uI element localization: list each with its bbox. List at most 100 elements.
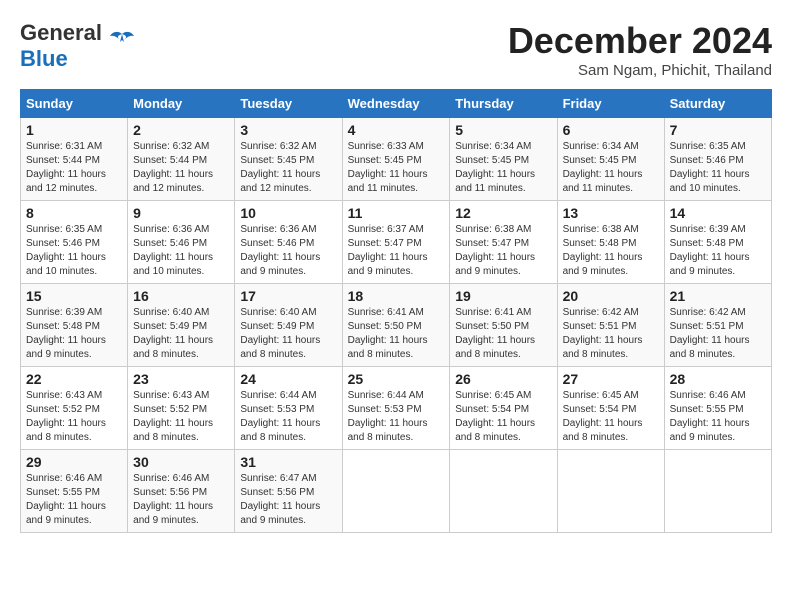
day-number: 10 xyxy=(240,205,336,221)
day-info: Sunrise: 6:32 AM Sunset: 5:45 PM Dayligh… xyxy=(240,140,336,196)
day-number: 18 xyxy=(348,288,445,304)
day-number: 29 xyxy=(26,454,122,470)
day-info: Sunrise: 6:34 AM Sunset: 5:45 PM Dayligh… xyxy=(455,140,551,196)
calendar-cell: 7Sunrise: 6:35 AM Sunset: 5:46 PM Daylig… xyxy=(664,118,771,201)
calendar-body: 1Sunrise: 6:31 AM Sunset: 5:44 PM Daylig… xyxy=(21,118,772,533)
day-info: Sunrise: 6:42 AM Sunset: 5:51 PM Dayligh… xyxy=(563,306,659,362)
day-number: 4 xyxy=(348,122,445,138)
day-number: 6 xyxy=(563,122,659,138)
day-number: 14 xyxy=(670,205,766,221)
day-info: Sunrise: 6:43 AM Sunset: 5:52 PM Dayligh… xyxy=(26,389,122,445)
calendar-week-1: 1Sunrise: 6:31 AM Sunset: 5:44 PM Daylig… xyxy=(21,118,772,201)
day-info: Sunrise: 6:44 AM Sunset: 5:53 PM Dayligh… xyxy=(348,389,445,445)
calendar-cell: 27Sunrise: 6:45 AM Sunset: 5:54 PM Dayli… xyxy=(557,367,664,450)
calendar-cell: 1Sunrise: 6:31 AM Sunset: 5:44 PM Daylig… xyxy=(21,118,128,201)
day-number: 15 xyxy=(26,288,122,304)
calendar-cell: 17Sunrise: 6:40 AM Sunset: 5:49 PM Dayli… xyxy=(235,284,342,367)
day-number: 20 xyxy=(563,288,659,304)
calendar-cell: 3Sunrise: 6:32 AM Sunset: 5:45 PM Daylig… xyxy=(235,118,342,201)
day-number: 28 xyxy=(670,371,766,387)
day-number: 5 xyxy=(455,122,551,138)
day-info: Sunrise: 6:39 AM Sunset: 5:48 PM Dayligh… xyxy=(26,306,122,362)
location-subtitle: Sam Ngam, Phichit, Thailand xyxy=(508,62,772,79)
calendar-cell: 12 Sunrise: 6:38 AM Sunset: 5:47 PM Dayli… xyxy=(450,201,557,284)
month-title: December 2024 xyxy=(508,20,772,62)
calendar-cell: 24Sunrise: 6:44 AM Sunset: 5:53 PM Dayli… xyxy=(235,367,342,450)
day-number: 30 xyxy=(133,454,229,470)
day-info: Sunrise: 6:42 AM Sunset: 5:51 PM Dayligh… xyxy=(670,306,766,362)
day-info: Sunrise: 6:46 AM Sunset: 5:56 PM Dayligh… xyxy=(133,472,229,528)
day-number: 9 xyxy=(133,205,229,221)
calendar-cell: 19Sunrise: 6:41 AM Sunset: 5:50 PM Dayli… xyxy=(450,284,557,367)
calendar-cell: 16 Sunrise: 6:40 AM Sunset: 5:49 PM Dayli… xyxy=(128,284,235,367)
calendar-cell: 26 Sunrise: 6:45 AM Sunset: 5:54 PM Dayli… xyxy=(450,367,557,450)
day-info: Sunrise: 6:34 AM Sunset: 5:45 PM Dayligh… xyxy=(563,140,659,196)
calendar-cell: 31Sunrise: 6:47 AM Sunset: 5:56 PM Dayli… xyxy=(235,450,342,533)
logo: General Blue xyxy=(20,20,136,72)
day-info: Sunrise: 6:46 AM Sunset: 5:55 PM Dayligh… xyxy=(670,389,766,445)
calendar-week-2: 8 Sunrise: 6:35 AM Sunset: 5:46 PM Daylig… xyxy=(21,201,772,284)
day-info: Sunrise: 6:45 AM Sunset: 5:54 PM Dayligh… xyxy=(455,389,551,445)
calendar-cell: 18 Sunrise: 6:41 AM Sunset: 5:50 PM Dayli… xyxy=(342,284,450,367)
day-number: 11 xyxy=(348,205,445,221)
calendar-week-5: 29Sunrise: 6:46 AM Sunset: 5:55 PM Dayli… xyxy=(21,450,772,533)
day-number: 2 xyxy=(133,122,229,138)
calendar-cell: 20 Sunrise: 6:42 AM Sunset: 5:51 PM Dayli… xyxy=(557,284,664,367)
day-header-saturday: Saturday xyxy=(664,90,771,118)
calendar-cell: 4Sunrise: 6:33 AM Sunset: 5:45 PM Daylig… xyxy=(342,118,450,201)
calendar-week-3: 15 Sunrise: 6:39 AM Sunset: 5:48 PM Dayli… xyxy=(21,284,772,367)
day-info: Sunrise: 6:40 AM Sunset: 5:49 PM Dayligh… xyxy=(133,306,229,362)
day-number: 16 xyxy=(133,288,229,304)
day-info: Sunrise: 6:35 AM Sunset: 5:46 PM Dayligh… xyxy=(26,223,122,279)
day-info: Sunrise: 6:37 AM Sunset: 5:47 PM Dayligh… xyxy=(348,223,445,279)
day-info: Sunrise: 6:44 AM Sunset: 5:53 PM Dayligh… xyxy=(240,389,336,445)
day-info: Sunrise: 6:38 AM Sunset: 5:47 PM Dayligh… xyxy=(455,223,551,279)
day-number: 23 xyxy=(133,371,229,387)
title-section: December 2024 Sam Ngam, Phichit, Thailan… xyxy=(508,20,772,79)
day-number: 25 xyxy=(348,371,445,387)
day-info: Sunrise: 6:36 AM Sunset: 5:46 PM Dayligh… xyxy=(133,223,229,279)
calendar-cell: 30 Sunrise: 6:46 AM Sunset: 5:56 PM Dayli… xyxy=(128,450,235,533)
day-info: Sunrise: 6:38 AM Sunset: 5:48 PM Dayligh… xyxy=(563,223,659,279)
logo-text: General Blue xyxy=(20,20,102,72)
day-number: 17 xyxy=(240,288,336,304)
calendar-cell xyxy=(450,450,557,533)
calendar-cell: 21 Sunrise: 6:42 AM Sunset: 5:51 PM Dayli… xyxy=(664,284,771,367)
calendar-cell: 10Sunrise: 6:36 AM Sunset: 5:46 PM Dayli… xyxy=(235,201,342,284)
day-number: 12 xyxy=(455,205,551,221)
calendar-cell: 13 Sunrise: 6:38 AM Sunset: 5:48 PM Dayli… xyxy=(557,201,664,284)
day-header-wednesday: Wednesday xyxy=(342,90,450,118)
day-number: 19 xyxy=(455,288,551,304)
day-number: 8 xyxy=(26,205,122,221)
day-header-monday: Monday xyxy=(128,90,235,118)
calendar-cell xyxy=(664,450,771,533)
day-info: Sunrise: 6:31 AM Sunset: 5:44 PM Dayligh… xyxy=(26,140,122,196)
calendar-week-4: 22Sunrise: 6:43 AM Sunset: 5:52 PM Dayli… xyxy=(21,367,772,450)
calendar-cell: 9 Sunrise: 6:36 AM Sunset: 5:46 PM Daylig… xyxy=(128,201,235,284)
calendar-cell: 2 Sunrise: 6:32 AM Sunset: 5:44 PM Daylig… xyxy=(128,118,235,201)
calendar-cell: 29Sunrise: 6:46 AM Sunset: 5:55 PM Dayli… xyxy=(21,450,128,533)
day-number: 13 xyxy=(563,205,659,221)
calendar-cell: 15 Sunrise: 6:39 AM Sunset: 5:48 PM Dayli… xyxy=(21,284,128,367)
page-header: General Blue December 2024 Sam Ngam, Phi… xyxy=(20,20,772,79)
day-header-tuesday: Tuesday xyxy=(235,90,342,118)
calendar-cell: 22Sunrise: 6:43 AM Sunset: 5:52 PM Dayli… xyxy=(21,367,128,450)
day-info: Sunrise: 6:39 AM Sunset: 5:48 PM Dayligh… xyxy=(670,223,766,279)
day-number: 21 xyxy=(670,288,766,304)
day-number: 31 xyxy=(240,454,336,470)
day-info: Sunrise: 6:43 AM Sunset: 5:52 PM Dayligh… xyxy=(133,389,229,445)
calendar-cell: 28 Sunrise: 6:46 AM Sunset: 5:55 PM Dayli… xyxy=(664,367,771,450)
day-info: Sunrise: 6:32 AM Sunset: 5:44 PM Dayligh… xyxy=(133,140,229,196)
day-info: Sunrise: 6:41 AM Sunset: 5:50 PM Dayligh… xyxy=(348,306,445,362)
calendar-cell xyxy=(342,450,450,533)
day-header-friday: Friday xyxy=(557,90,664,118)
calendar-cell: 8 Sunrise: 6:35 AM Sunset: 5:46 PM Daylig… xyxy=(21,201,128,284)
day-info: Sunrise: 6:45 AM Sunset: 5:54 PM Dayligh… xyxy=(563,389,659,445)
day-number: 7 xyxy=(670,122,766,138)
day-header-thursday: Thursday xyxy=(450,90,557,118)
calendar-cell: 11 Sunrise: 6:37 AM Sunset: 5:47 PM Dayli… xyxy=(342,201,450,284)
days-of-week-header: SundayMondayTuesdayWednesdayThursdayFrid… xyxy=(21,90,772,118)
calendar-cell: 6 Sunrise: 6:34 AM Sunset: 5:45 PM Daylig… xyxy=(557,118,664,201)
calendar-cell: 14 Sunrise: 6:39 AM Sunset: 5:48 PM Dayli… xyxy=(664,201,771,284)
day-number: 26 xyxy=(455,371,551,387)
